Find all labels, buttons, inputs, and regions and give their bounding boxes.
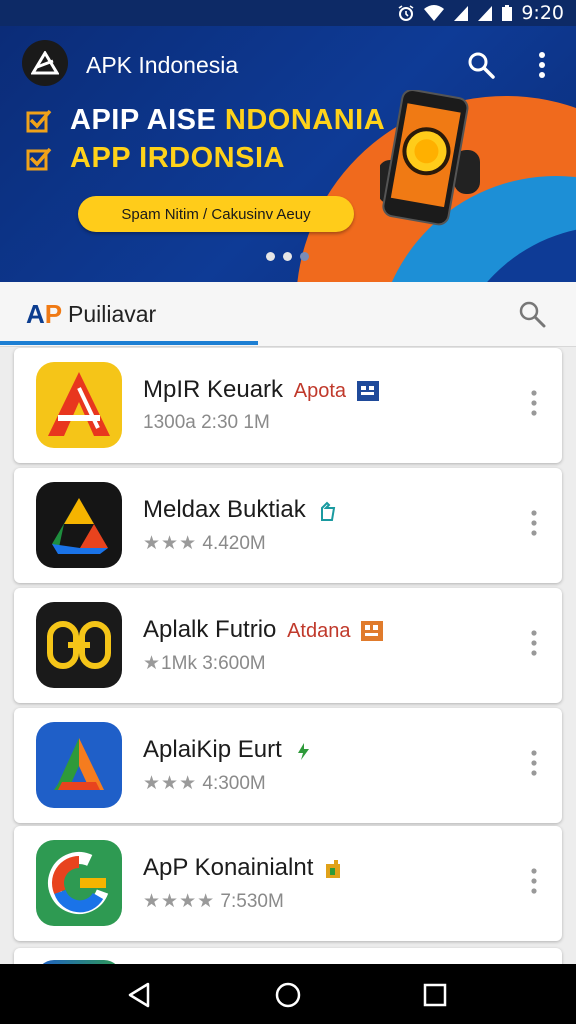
promo-banner[interactable]: APK Indonesia APIP AISE NDONANIA APP IRD… xyxy=(0,26,576,282)
phone-illustration-icon xyxy=(380,90,480,226)
app-list-item[interactable]: MpIR Keuark Apota 1300a 2:30 1M xyxy=(14,348,562,463)
app-tag: Atdana xyxy=(287,620,351,642)
app-title-row: ApP Konainialnt xyxy=(143,854,346,882)
tab-bar: AP Puiliavar xyxy=(0,282,576,347)
app-meta: ★★★ 4.420M xyxy=(143,532,266,555)
app-meta: ★1Mk 3:600M xyxy=(143,652,266,675)
banner-headline-1: APIP AISE NDONANIA xyxy=(26,104,385,137)
banner-headline-2-text: APP IRDONSIA xyxy=(70,142,285,174)
app-meta: ★★★★ 7:530M xyxy=(143,890,284,913)
checkbox-icon xyxy=(26,147,52,170)
carousel-indicator xyxy=(266,252,309,261)
cell-signal-icon xyxy=(454,6,469,21)
badge-icon xyxy=(298,742,310,760)
app-stats: 1Mk 3:600M xyxy=(161,653,266,674)
badge-icon xyxy=(361,620,384,641)
app-list-item[interactable]: Aplalk Futrio Atdana ★1Mk 3:600M xyxy=(14,588,562,703)
more-vert-icon[interactable] xyxy=(526,748,542,778)
yellow-knot-app-icon xyxy=(36,602,122,688)
tab-logo: AP xyxy=(26,299,63,329)
app-stats: 7:530M xyxy=(215,891,284,912)
badge-icon xyxy=(326,859,341,878)
tab-indicator xyxy=(0,341,258,345)
banner-headline-1-white: APIP AISE xyxy=(70,104,225,136)
more-vert-icon[interactable] xyxy=(526,628,542,658)
cell-signal-icon xyxy=(478,6,493,21)
app-list-item[interactable]: AplaiKip Eurt ★★★ 4:300M xyxy=(14,708,562,823)
more-vert-icon[interactable] xyxy=(526,388,542,418)
carousel-dot[interactable] xyxy=(266,252,275,261)
app-name: Meldax Buktiak xyxy=(143,496,306,523)
more-vert-icon[interactable] xyxy=(526,866,542,896)
blue-a-app-icon xyxy=(36,722,122,808)
carousel-dot[interactable] xyxy=(283,252,292,261)
badge-icon xyxy=(356,380,379,401)
status-icons: 9:20 xyxy=(397,2,564,24)
app-title: APK Indonesia xyxy=(86,52,239,78)
home-icon[interactable] xyxy=(273,980,303,1010)
app-meta: 1300a 2:30 1M xyxy=(143,412,270,434)
recents-icon[interactable] xyxy=(420,980,450,1010)
badge-icon xyxy=(321,501,336,521)
app-tag: Apota xyxy=(293,380,346,402)
rating-stars: ★ xyxy=(143,653,162,674)
banner-cta-button[interactable]: Spam Nitim / Cakusinv Aeuy xyxy=(78,196,354,232)
status-bar: 9:20 xyxy=(0,0,576,26)
app-title-row: Aplalk Futrio Atdana xyxy=(143,616,384,644)
app-stats: 4.420M xyxy=(197,533,266,554)
rating-stars: ★★★★ xyxy=(143,891,216,912)
red-a-app-icon xyxy=(36,362,122,448)
search-icon[interactable] xyxy=(518,300,546,328)
app-name: MpIR Keuark xyxy=(143,376,284,403)
system-nav-bar xyxy=(0,964,576,1024)
alarm-icon xyxy=(398,5,414,21)
app-title-row: AplaiKip Eurt xyxy=(143,736,314,764)
app-name: AplaiKip Eurt xyxy=(143,736,282,763)
app-meta: ★★★ 4:300M xyxy=(143,772,266,795)
rating-stars: ★★★ xyxy=(143,533,198,554)
tab-popular[interactable]: Puiliavar xyxy=(68,301,156,328)
app-list-item[interactable]: ApP Konainialnt ★★★★ 7:530M xyxy=(14,826,562,941)
app-list-item[interactable]: Meldax Buktiak ★★★ 4.420M xyxy=(14,468,562,583)
app-stats: 1300a 2:30 1M xyxy=(143,412,270,433)
app-logo-icon xyxy=(22,40,68,86)
wifi-icon xyxy=(424,5,445,21)
search-icon[interactable] xyxy=(466,50,496,80)
banner-headline-2: APP IRDONSIA xyxy=(26,142,285,175)
banner-headline-1-yellow: NDONANIA xyxy=(224,104,386,136)
rating-stars: ★★★ xyxy=(143,773,198,794)
app-title-row: MpIR Keuark Apota xyxy=(143,376,379,404)
app-name: ApP Konainialnt xyxy=(143,854,314,881)
battery-icon xyxy=(502,5,513,21)
google-g-app-icon xyxy=(36,840,122,926)
back-icon[interactable] xyxy=(124,980,154,1010)
checkbox-icon xyxy=(26,109,52,132)
app-name: Aplalk Futrio xyxy=(143,616,277,643)
clock: 9:20 xyxy=(521,2,564,24)
more-vert-icon[interactable] xyxy=(526,508,542,538)
more-vert-icon[interactable] xyxy=(530,50,554,80)
app-title-row: Meldax Buktiak xyxy=(143,496,338,524)
app-stats: 4:300M xyxy=(197,773,266,794)
drive-triangle-app-icon xyxy=(36,482,122,568)
carousel-dot[interactable] xyxy=(300,252,309,261)
